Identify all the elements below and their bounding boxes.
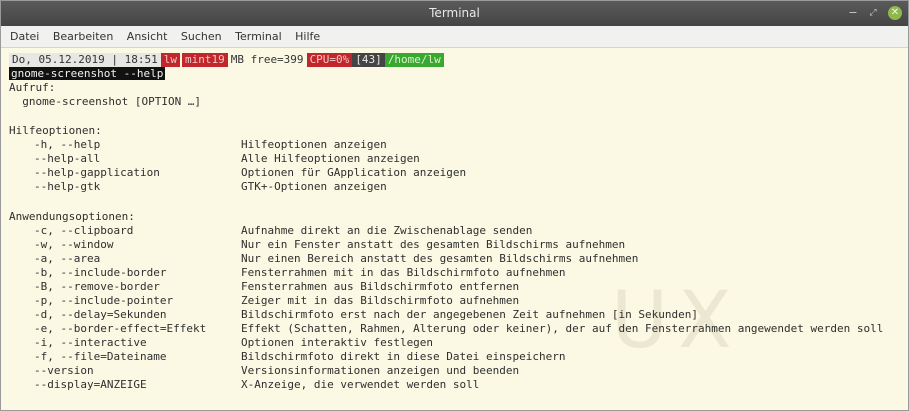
option-flag: -d, --delay=Sekunden xyxy=(34,308,167,321)
option-flag: -c, --clipboard xyxy=(34,224,134,237)
menu-suchen[interactable]: Suchen xyxy=(178,26,225,47)
prompt-host: mint19 xyxy=(181,53,228,67)
option-description: X-Anzeige, die verwendet werden soll xyxy=(241,378,480,391)
menu-ansicht[interactable]: Ansicht xyxy=(124,26,171,47)
option-flag: -a, --area xyxy=(34,252,101,265)
option-row: -e, --border-effect=Effekt Effekt (Schatt… xyxy=(9,322,899,336)
prompt-date: Do, 05.12.2019 | 18:51 xyxy=(9,53,161,67)
option-description: Bildschirmfoto erst nach der angegebenen… xyxy=(241,308,698,321)
command-line: gnome-screenshot --help xyxy=(9,67,166,80)
menu-bearbeiten[interactable]: Bearbeiten xyxy=(50,26,116,47)
option-row: -h, --help Hilfeoptionen anzeigen xyxy=(9,138,899,152)
option-flag: -B, --remove-border xyxy=(34,280,160,293)
prompt-user: lw xyxy=(160,53,180,67)
minimize-icon[interactable]: − xyxy=(846,6,860,20)
option-row: -i, --interactive Optionen interaktiv fes… xyxy=(9,336,899,350)
option-flag: -i, --interactive xyxy=(34,336,147,349)
option-row: -B, --remove-border Fensterrahmen aus Bil… xyxy=(9,280,899,294)
option-flag: --help-gapplication xyxy=(34,166,160,179)
option-row: -d, --delay=Sekunden Bildschirmfoto erst … xyxy=(9,308,899,322)
menu-hilfe[interactable]: Hilfe xyxy=(292,26,323,47)
shell-prompt: Do, 05.12.2019 | 18:51 lw mint19 MB free=39… xyxy=(9,53,444,67)
option-description: Fensterrahmen mit in das Bildschirmfoto … xyxy=(241,266,566,279)
option-description: Optionen für GApplication anzeigen xyxy=(241,166,467,179)
prompt-memory: MB free=399 xyxy=(230,53,304,66)
menu-terminal[interactable]: Terminal xyxy=(232,26,285,47)
option-description: Nur ein Fenster anstatt des gesamten Bil… xyxy=(241,238,626,251)
option-description: Aufnahme direkt an die Zwischenablage se… xyxy=(241,224,533,237)
terminal-window: Terminal − ⤢ ✕ Datei Bearbeiten Ansicht … xyxy=(0,0,909,411)
prompt-jobs: [43] xyxy=(352,53,385,67)
menu-datei[interactable]: Datei xyxy=(7,26,42,47)
option-flag: -h, --help xyxy=(34,138,101,151)
option-row: --help-all Alle Hilfeoptionen anzeigen xyxy=(9,152,899,166)
option-row: -f, --file=Dateiname Bildschirmfoto direk… xyxy=(9,350,899,364)
prompt-path: /home/lw xyxy=(384,53,444,67)
option-flag: --display=ANZEIGE xyxy=(34,378,147,391)
option-flag: --help-all xyxy=(34,152,101,165)
option-flag: --help-gtk xyxy=(34,180,101,193)
option-description: Effekt (Schatten, Rahmen, Alterung oder … xyxy=(241,322,884,335)
option-row: --help-gtk GTK+-Optionen anzeigen xyxy=(9,180,899,194)
help-options-heading: Hilfeoptionen: xyxy=(9,124,102,137)
close-icon[interactable]: ✕ xyxy=(888,6,902,20)
option-flag: -w, --window xyxy=(34,238,114,251)
option-flag: -b, --include-border xyxy=(34,266,167,279)
option-row: --display=ANZEIGE X-Anzeige, die verwende… xyxy=(9,378,899,392)
option-flag: --version xyxy=(34,364,94,377)
option-row: --version Versionsinformationen anzeigen … xyxy=(9,364,899,378)
option-description: Hilfeoptionen anzeigen xyxy=(241,138,387,151)
option-description: Zeiger mit in das Bildschirmfoto aufnehm… xyxy=(241,294,520,307)
option-description: Bildschirmfoto direkt in diese Datei ein… xyxy=(241,350,566,363)
prompt-cpu: CPU=0% xyxy=(306,53,353,67)
option-description: Versionsinformationen anzeigen und beend… xyxy=(241,364,520,377)
option-description: Optionen interaktiv festlegen xyxy=(241,336,434,349)
option-flag: -p, --include-pointer xyxy=(34,294,174,307)
option-row: -c, --clipboard Aufnahme direkt an die Zw… xyxy=(9,224,899,238)
option-description: Fensterrahmen aus Bildschirmfoto entfern… xyxy=(241,280,520,293)
window-title: Terminal xyxy=(429,6,480,20)
option-row: --help-gapplication Optionen für GApplica… xyxy=(9,166,899,180)
usage-line: gnome-screenshot [OPTION …] xyxy=(9,95,202,108)
app-options-heading: Anwendungsoptionen: xyxy=(9,210,135,223)
option-row: -w, --window Nur ein Fenster anstatt des … xyxy=(9,238,899,252)
option-row: -b, --include-border Fensterrahmen mit in… xyxy=(9,266,899,280)
terminal-output[interactable]: UX Do, 05.12.2019 | 18:51 lw mint19 MB free… xyxy=(1,48,908,410)
option-row: -p, --include-pointer Zeiger mit in das B… xyxy=(9,294,899,308)
option-description: Nur einen Bereich anstatt des gesamten B… xyxy=(241,252,639,265)
option-row: -a, --area Nur einen Bereich anstatt des … xyxy=(9,252,899,266)
option-description: GTK+-Optionen anzeigen xyxy=(241,180,387,193)
maximize-icon[interactable]: ⤢ xyxy=(866,6,880,20)
option-flag: -f, --file=Dateiname xyxy=(34,350,167,363)
option-flag: -e, --border-effect=Effekt xyxy=(34,322,207,335)
option-description: Alle Hilfeoptionen anzeigen xyxy=(241,152,420,165)
usage-heading: Aufruf: xyxy=(9,81,56,94)
title-bar[interactable]: Terminal − ⤢ ✕ xyxy=(1,1,908,26)
menu-bar: Datei Bearbeiten Ansicht Suchen Terminal… xyxy=(1,26,908,48)
